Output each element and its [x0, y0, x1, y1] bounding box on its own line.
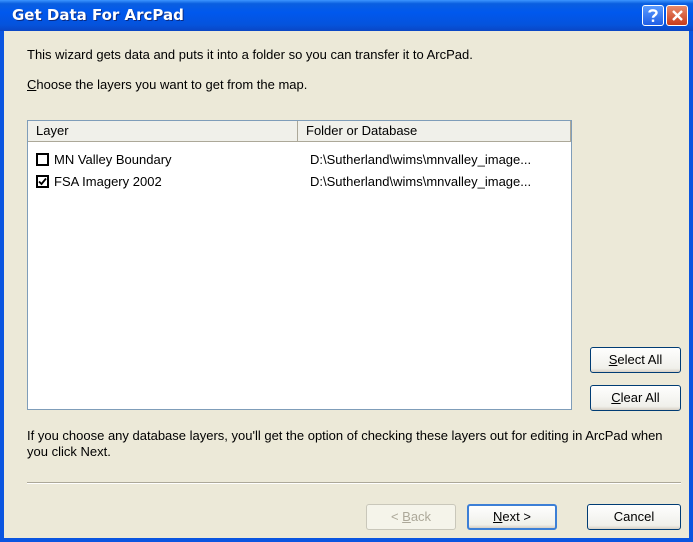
- select-all-label: elect All: [617, 352, 663, 367]
- close-icon: [671, 10, 683, 21]
- list-item[interactable]: FSA Imagery 2002 D:\Sutherland\wims\mnva…: [28, 172, 571, 194]
- dialog-window: Get Data For ArcPad This wizard gets dat…: [0, 0, 693, 542]
- window-frame-left: [0, 31, 4, 542]
- back-label: ack: [410, 509, 432, 524]
- close-button[interactable]: [666, 5, 688, 26]
- back-prefix: <: [390, 509, 403, 524]
- layers-list[interactable]: Layer Folder or Database MN Valley Bound…: [27, 120, 572, 410]
- title-bar: Get Data For ArcPad: [0, 0, 693, 31]
- clear-all-mnemonic: C: [611, 390, 621, 405]
- layer-name: MN Valley Boundary: [54, 152, 172, 167]
- cancel-button[interactable]: Cancel: [587, 504, 681, 530]
- back-button[interactable]: < Back: [366, 504, 456, 530]
- back-mnemonic: B: [402, 509, 411, 524]
- next-mnemonic: N: [493, 509, 503, 524]
- database-note: If you choose any database layers, you'l…: [27, 428, 663, 459]
- clear-all-button[interactable]: Clear All: [590, 385, 681, 411]
- help-button[interactable]: [642, 5, 664, 26]
- checkmark-icon: [38, 177, 47, 186]
- choose-mnemonic: C: [27, 77, 37, 92]
- column-header-layer[interactable]: Layer: [28, 121, 298, 142]
- window-title: Get Data For ArcPad: [12, 6, 184, 24]
- window-frame-right: [689, 31, 693, 542]
- layer-name: FSA Imagery 2002: [54, 174, 162, 189]
- intro-text: This wizard gets data and puts it into a…: [27, 47, 473, 62]
- column-header-folder[interactable]: Folder or Database: [298, 121, 571, 142]
- separator: [27, 482, 681, 484]
- layer-checkbox[interactable]: [36, 153, 49, 166]
- list-item[interactable]: MN Valley Boundary D:\Sutherland\wims\mn…: [28, 150, 571, 172]
- window-frame-bottom: [0, 538, 693, 542]
- help-icon: [648, 9, 658, 22]
- next-button[interactable]: Next >: [467, 504, 557, 530]
- clear-all-label: lear All: [620, 390, 660, 405]
- layer-path: D:\Sutherland\wims\mnvalley_image...: [310, 152, 532, 167]
- next-label: ext >: [502, 509, 531, 524]
- choose-label-text: hoose the layers you want to get from th…: [36, 77, 308, 92]
- select-all-button[interactable]: Select All: [590, 347, 681, 373]
- choose-layers-label: Choose the layers you want to get from t…: [27, 77, 307, 92]
- layer-path: D:\Sutherland\wims\mnvalley_image...: [310, 174, 532, 189]
- layer-checkbox[interactable]: [36, 175, 49, 188]
